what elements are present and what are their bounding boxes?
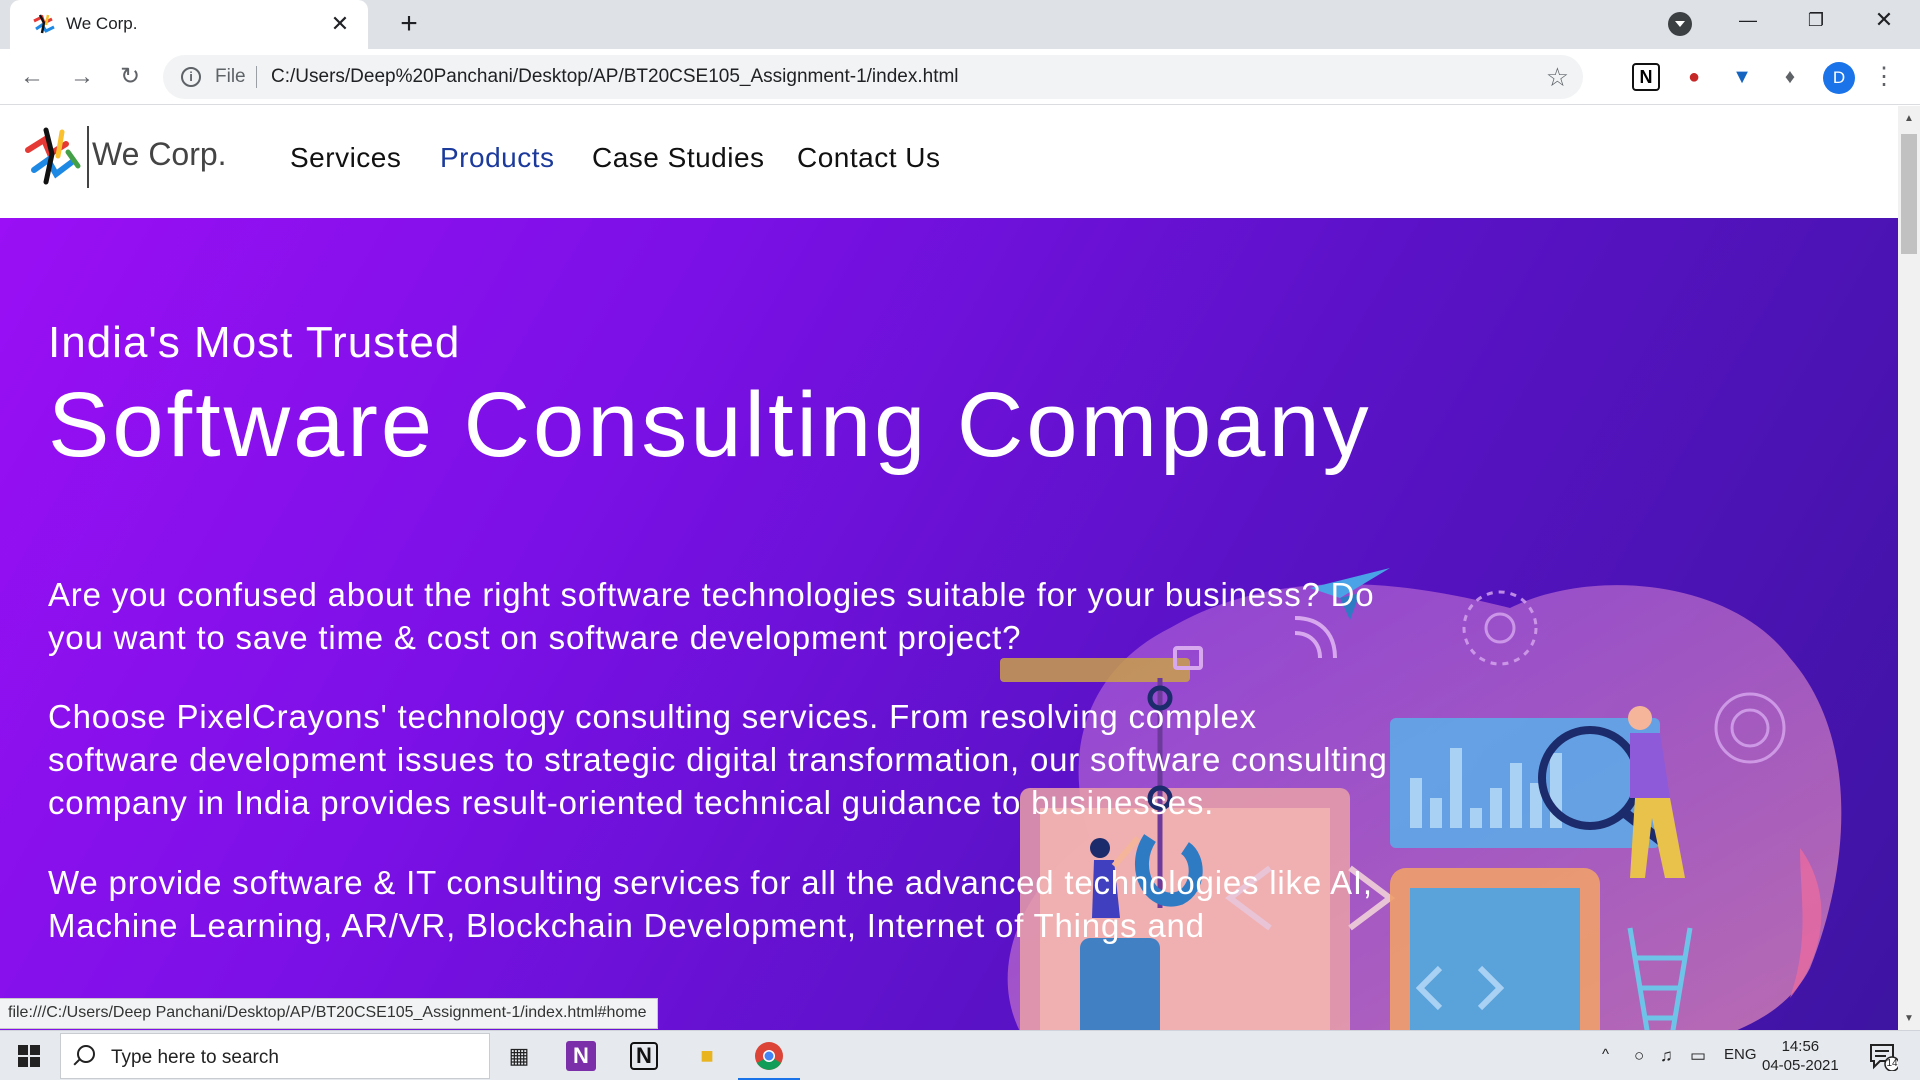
- notion-extension-icon[interactable]: N: [1632, 63, 1660, 91]
- puzzle-icon[interactable]: ♦: [1776, 63, 1804, 91]
- hero-paragraph-1: Are you confused about the right softwar…: [48, 576, 1375, 656]
- clock-time: 14:56: [1781, 1038, 1820, 1055]
- nav-services[interactable]: Services: [290, 142, 401, 174]
- page-viewport: We Corp. Services Products Case Studies …: [0, 106, 1898, 1030]
- reload-icon[interactable]: ↻: [114, 61, 146, 93]
- status-bar-url: file:///C:/Users/Deep Panchani/Desktop/A…: [0, 998, 658, 1029]
- page-scrollbar[interactable]: ▲ ▼: [1898, 106, 1920, 1030]
- star-icon[interactable]: ☆: [1546, 62, 1569, 93]
- minimize-button[interactable]: —: [1716, 0, 1780, 40]
- onenote-icon[interactable]: N: [566, 1041, 596, 1071]
- forward-arrow-icon[interactable]: →: [66, 61, 98, 93]
- url-text[interactable]: C:/Users/Deep%20Panchani/Desktop/AP/BT20…: [271, 66, 959, 88]
- restore-button[interactable]: ❐: [1784, 0, 1848, 40]
- hero-kicker: India's Most Trusted: [48, 318, 461, 367]
- tab-title: We Corp.: [66, 14, 138, 33]
- search-icon: [77, 1045, 95, 1063]
- we-corp-logo-icon[interactable]: [22, 126, 84, 188]
- tab-close-icon[interactable]: ✕: [326, 10, 354, 38]
- tomato-extension-icon[interactable]: ●: [1680, 63, 1708, 91]
- screen: We Corp. ✕ + — ❐ ✕ ← → ↻ i File C:/Users…: [0, 0, 1920, 1080]
- taskbar-search-box[interactable]: Type here to search: [60, 1033, 490, 1079]
- notification-count: 14: [1886, 1058, 1898, 1069]
- logo-text[interactable]: We Corp.: [92, 136, 227, 173]
- tab-strip: We Corp. ✕ + — ❐ ✕: [0, 0, 1920, 49]
- hero-title: Software Consulting Company: [48, 374, 1372, 476]
- scroll-down-arrow-icon[interactable]: ▼: [1898, 1010, 1920, 1028]
- scheme-label: File: [215, 66, 246, 87]
- hero-paragraph-2: Choose PixelCrayons' technology consulti…: [48, 698, 1388, 821]
- kebab-menu-icon[interactable]: ⋮: [1872, 61, 1896, 93]
- browser-toolbar: ← → ↻ i File C:/Users/Deep%20Panchani/De…: [0, 49, 1920, 105]
- network-icon[interactable]: ○: [1634, 1046, 1644, 1066]
- profile-avatar[interactable]: D: [1823, 62, 1855, 94]
- clock-date: 04-05-2021: [1762, 1057, 1839, 1074]
- notification-center-icon[interactable]: 14: [1868, 1041, 1900, 1072]
- windows-start-icon[interactable]: [18, 1045, 40, 1067]
- tab-search-button[interactable]: [1668, 12, 1692, 36]
- scroll-up-arrow-icon[interactable]: ▲: [1898, 110, 1920, 128]
- info-icon[interactable]: i: [181, 67, 201, 87]
- taskbar-search-placeholder: Type here to search: [111, 1047, 279, 1068]
- chrome-icon[interactable]: [752, 1039, 786, 1073]
- notion-icon[interactable]: N: [630, 1042, 658, 1070]
- nav-case-studies[interactable]: Case Studies: [592, 142, 765, 174]
- new-tab-button[interactable]: +: [393, 8, 425, 40]
- windows-taskbar: Type here to search ▦ N N ■ ^ ○ ♫ ▭ ENG …: [0, 1030, 1920, 1080]
- browser-tab[interactable]: We Corp. ✕: [10, 0, 368, 49]
- shield-extension-icon[interactable]: ▼: [1728, 63, 1756, 91]
- battery-icon[interactable]: ▭: [1690, 1046, 1706, 1066]
- nav-contact-us[interactable]: Contact Us: [797, 142, 941, 174]
- file-explorer-icon[interactable]: ■: [690, 1039, 724, 1073]
- hero-paragraph-3: We provide software & IT consulting serv…: [48, 864, 1373, 944]
- hero-section: India's Most Trusted Software Consulting…: [0, 218, 1898, 1030]
- nav-products[interactable]: Products: [440, 142, 555, 174]
- we-corp-favicon-icon: [33, 14, 55, 34]
- address-bar[interactable]: i File C:/Users/Deep%20Panchani/Desktop/…: [163, 55, 1583, 99]
- taskbar-clock[interactable]: 14:56 04-05-2021: [1762, 1037, 1839, 1075]
- omnibox-divider: [256, 66, 257, 88]
- volume-icon[interactable]: ♫: [1660, 1046, 1673, 1066]
- close-window-button[interactable]: ✕: [1852, 0, 1916, 40]
- scroll-thumb[interactable]: [1901, 134, 1917, 254]
- logo-divider: [87, 126, 89, 188]
- back-arrow-icon[interactable]: ←: [16, 61, 48, 93]
- site-header: We Corp. Services Products Case Studies …: [0, 106, 1898, 218]
- language-indicator[interactable]: ENG: [1724, 1046, 1757, 1063]
- task-view-icon[interactable]: ▦: [502, 1039, 536, 1073]
- tray-chevron-icon[interactable]: ^: [1602, 1046, 1609, 1063]
